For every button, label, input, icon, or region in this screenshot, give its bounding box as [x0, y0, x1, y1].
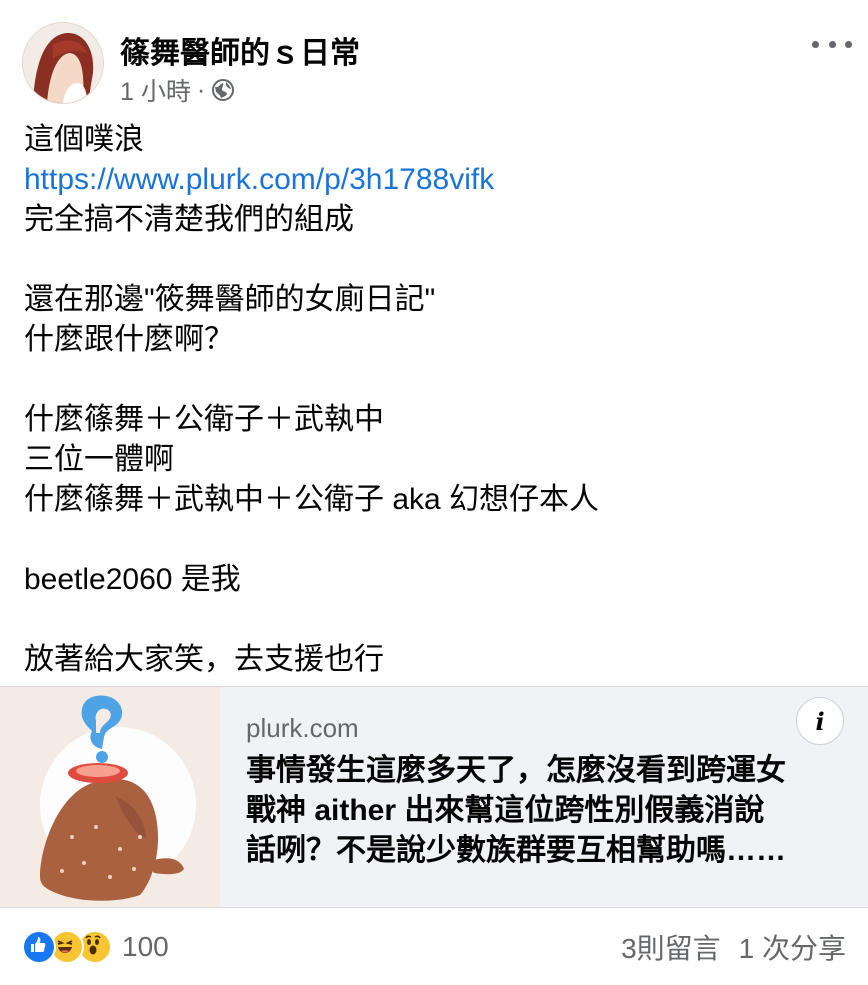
- post-line: 三位一體啊: [24, 443, 174, 476]
- reactions-summary[interactable]: 100: [22, 924, 169, 970]
- share-count[interactable]: 1 次分享: [739, 927, 846, 967]
- post-meta: 1 小時 ·: [120, 72, 235, 108]
- post-footer: 100 3則留言 1 次分享: [22, 924, 846, 970]
- info-icon[interactable]: i: [796, 697, 844, 745]
- link-thumbnail[interactable]: [0, 687, 220, 907]
- post-link[interactable]: https://www.plurk.com/p/3h1788vifk: [24, 163, 494, 196]
- engagement-counts: 3則留言 1 次分享: [621, 924, 846, 970]
- post-line: 什麼跟什麼啊？: [24, 323, 234, 356]
- link-title[interactable]: 事情發生這麼多天了，怎麼沒看到跨運女 戰神 aither 出來幫這位跨性別假義消說…: [246, 751, 846, 871]
- reaction-count: 100: [122, 931, 169, 962]
- post-line: 什麼篠舞＋公衛子＋武執中: [24, 403, 384, 436]
- link-title-line: 事情發生這麼多天了，怎麼沒看到跨運女: [246, 754, 786, 787]
- author-name[interactable]: 篠舞醫師的ｓ日常: [120, 28, 360, 72]
- bear-question-mark-illustration: [0, 687, 220, 907]
- link-preview-card[interactable]: plurk.com 事情發生這麼多天了，怎麼沒看到跨運女 戰神 aither 出來…: [0, 686, 868, 908]
- post-line: 完全搞不清楚我們的組成: [24, 203, 354, 236]
- like-icon: [22, 930, 56, 964]
- globe-icon: [212, 79, 235, 101]
- post-time[interactable]: 1 小時: [120, 72, 191, 108]
- more-options-icon[interactable]: [812, 34, 852, 54]
- link-domain: plurk.com: [246, 713, 359, 743]
- post-body: 這個噗浪 https://www.plurk.com/p/3h1788vifk 完全…: [24, 120, 844, 680]
- avatar[interactable]: [22, 22, 104, 104]
- post-line: 還在那邊"筱舞醫師的女廁日記": [24, 283, 436, 316]
- post-line: 什麼篠舞＋武執中＋公衛子 aka 幻想仔本人: [24, 483, 600, 516]
- link-title-line: 話咧？不是說少數族群要互相幫助嗎……: [246, 834, 786, 867]
- more-dot: [845, 40, 852, 48]
- post-header: 篠舞醫師的ｓ日常 1 小時 ·: [22, 22, 852, 108]
- meta-separator: ·: [196, 75, 206, 104]
- more-dot: [828, 40, 836, 48]
- post-line: 放著給大家笑，去支援也行: [24, 643, 384, 676]
- post-line: https://www.plurk.com/p/3h1788vifk: [24, 160, 844, 200]
- more-dot: [812, 40, 819, 48]
- comment-count[interactable]: 3則留言: [621, 927, 721, 967]
- link-title-line: 戰神 aither 出來幫這位跨性別假義消說: [246, 794, 765, 827]
- avatar-illustration: [23, 23, 103, 103]
- post-line: 這個噗浪: [24, 123, 144, 156]
- post-line: beetle2060 是我: [24, 563, 241, 596]
